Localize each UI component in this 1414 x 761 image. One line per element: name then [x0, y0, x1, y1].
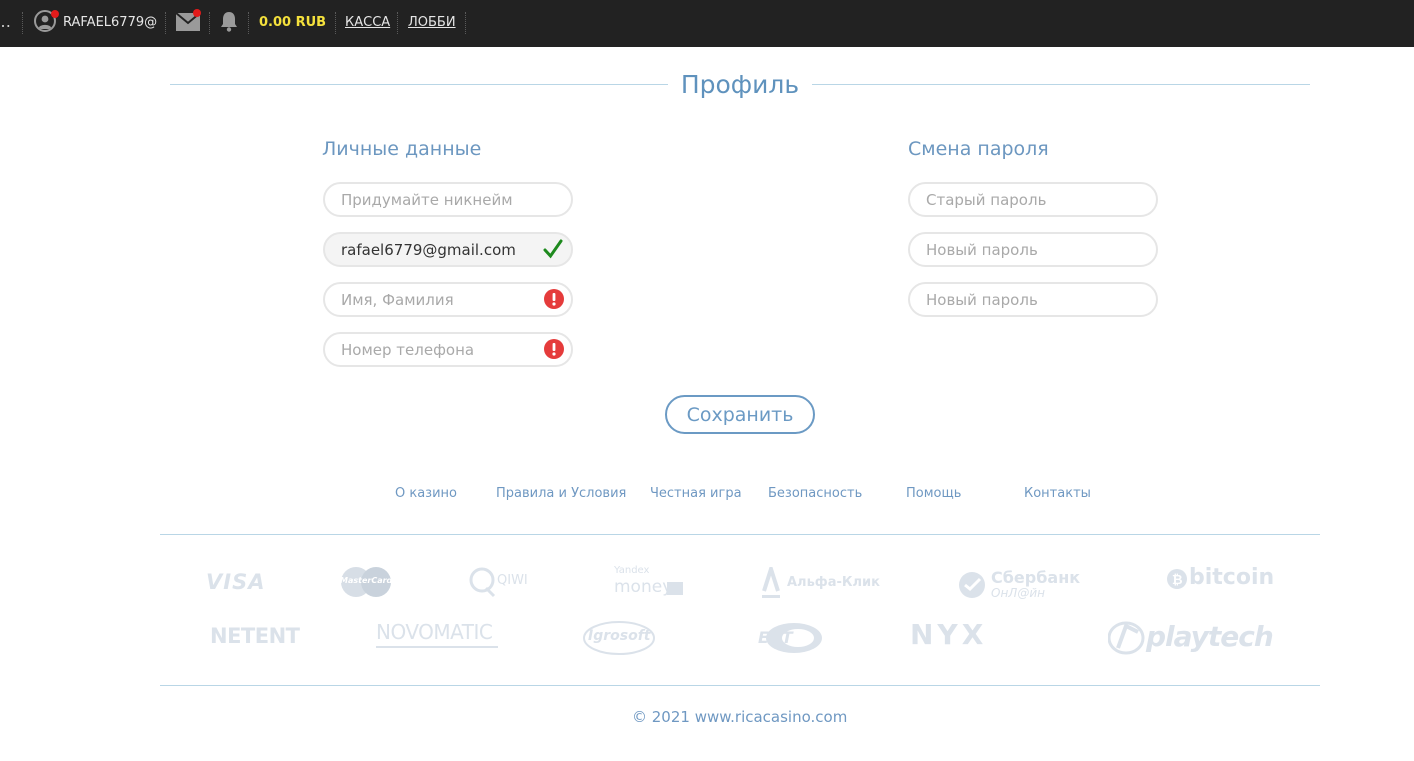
nyx-logo: NYX	[910, 618, 988, 651]
alfa-click-logo: Альфа-Клик	[760, 567, 880, 599]
igrosoft-logo: Igrosoft	[582, 618, 658, 656]
footer-divider-top	[160, 534, 1320, 535]
change-password-title: Смена пароля	[908, 138, 1049, 160]
divider	[248, 12, 249, 34]
footer-divider-bottom	[160, 685, 1320, 686]
title-line-left	[170, 84, 668, 85]
yandex-money-logo: Yandex money	[614, 565, 686, 601]
netent-logo: NETENT	[210, 624, 300, 648]
error-icon	[544, 289, 564, 309]
visa-logo: VISA	[206, 570, 266, 594]
footer-link-contacts[interactable]: Контакты	[1024, 486, 1091, 501]
check-icon	[543, 239, 563, 259]
copyright: © 2021 www.ricacasino.com	[632, 708, 848, 726]
playtech-logo: playtech	[1108, 618, 1274, 658]
old-password-input[interactable]	[908, 182, 1158, 217]
save-button[interactable]: Сохранить	[665, 395, 815, 434]
new-password-input[interactable]	[908, 232, 1158, 267]
footer-link-about[interactable]: О казино	[395, 486, 457, 501]
error-icon	[544, 339, 564, 359]
footer-link-terms[interactable]: Правила и Условия	[496, 486, 626, 501]
divider	[465, 12, 466, 34]
avatar-notification-dot	[51, 10, 59, 18]
mastercard-logo: MasterCard	[338, 566, 394, 598]
phone-input[interactable]	[323, 332, 573, 367]
cut-off-icon: …	[0, 12, 11, 31]
lobby-link[interactable]: ЛОББИ	[408, 15, 456, 30]
repeat-password-input[interactable]	[908, 282, 1158, 317]
mail-notification-dot	[193, 9, 201, 17]
username[interactable]: RAFAEL6779@	[63, 15, 157, 30]
divider	[397, 12, 398, 34]
top-bar: … RAFAEL6779@ 0.00 RUB КАССА ЛОББИ	[0, 0, 1414, 47]
nickname-input[interactable]	[323, 182, 573, 217]
title-line-right	[812, 84, 1310, 85]
full-name-input[interactable]	[323, 282, 573, 317]
qiwi-logo: QIWI	[468, 566, 534, 600]
egt-logo: EGT	[754, 620, 826, 656]
divider	[165, 12, 166, 34]
divider	[209, 12, 210, 34]
footer-link-fair-play[interactable]: Честная игра	[650, 486, 742, 501]
personal-data-title: Личные данные	[322, 138, 482, 160]
divider	[335, 12, 336, 34]
svg-text:₿: ₿	[1172, 573, 1183, 588]
footer-link-help[interactable]: Помощь	[906, 486, 961, 501]
footer-link-security[interactable]: Безопасность	[768, 486, 862, 501]
bell-icon[interactable]	[220, 11, 238, 38]
sberbank-online-logo: Сбербанк ОнЛ@йн	[957, 567, 1080, 601]
bitcoin-logo: ₿ bitcoin	[1167, 565, 1279, 595]
email-field[interactable]	[323, 232, 573, 267]
page-title: Профиль	[680, 70, 800, 99]
cashier-link[interactable]: КАССА	[345, 15, 390, 30]
balance: 0.00 RUB	[259, 15, 327, 30]
divider	[22, 12, 23, 34]
novomatic-logo: NOVOMATIC	[376, 620, 502, 650]
